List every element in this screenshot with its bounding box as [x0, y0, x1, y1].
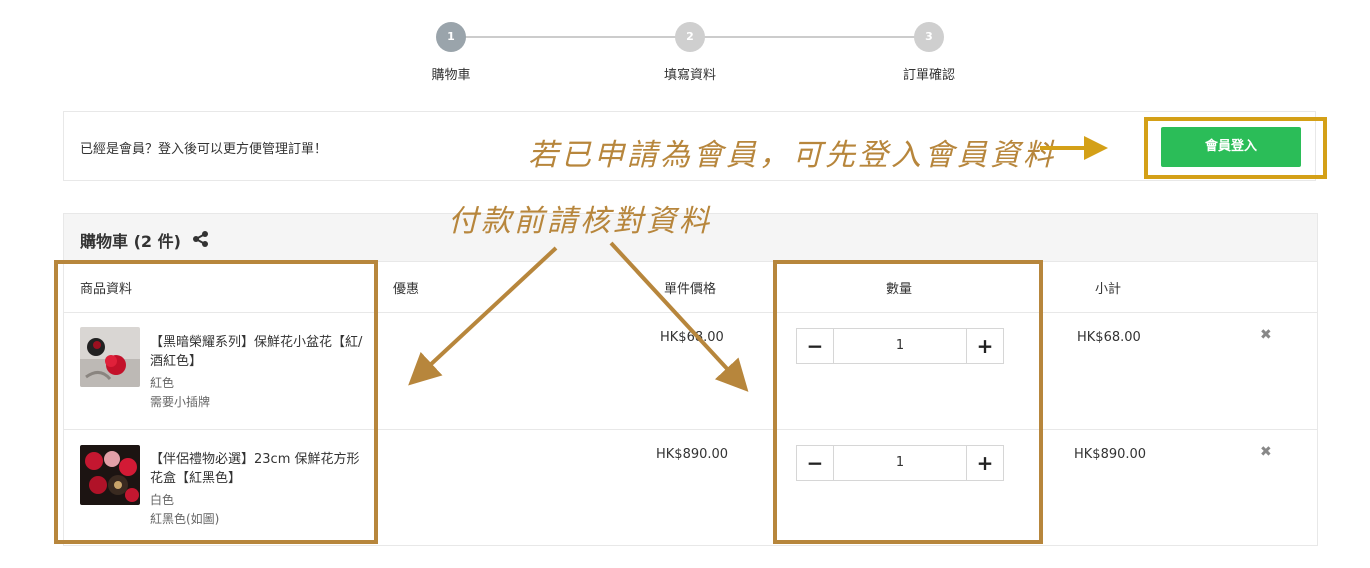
- step-fill-info: 2 填寫資料: [640, 22, 740, 83]
- step-label: 填寫資料: [663, 68, 716, 83]
- quantity-stepper: − 1 +: [796, 445, 1004, 481]
- cart-item-row: 【伴侶禮物必選】23cm 保鮮花方形花盒【紅黑色】 白色 紅黑色(如圖) HK$…: [64, 429, 1317, 546]
- step-label: 購物車: [431, 68, 471, 83]
- share-icon[interactable]: [192, 230, 210, 248]
- column-header-discount: 優惠: [393, 282, 420, 297]
- column-header-subtotal: 小計: [1095, 282, 1122, 297]
- close-icon[interactable]: ✖: [1260, 327, 1272, 343]
- column-header-quantity: 數量: [886, 282, 913, 297]
- product-variant-option: 需要小插牌: [150, 395, 211, 409]
- plus-icon[interactable]: +: [966, 329, 1003, 363]
- step-confirm: 3 訂單確認: [879, 22, 979, 83]
- step-cart: 1 購物車: [401, 22, 501, 83]
- product-variant-option: 紅黑色(如圖): [150, 512, 220, 526]
- step-number: 2: [675, 22, 705, 52]
- cart-title: 購物車 (2 件): [80, 232, 181, 251]
- minus-icon[interactable]: −: [797, 329, 834, 363]
- quantity-input[interactable]: 1: [833, 329, 967, 363]
- member-prompt-text: 已經是會員？登入後可以更方便管理訂單！: [80, 142, 328, 157]
- quantity-stepper: − 1 +: [796, 328, 1004, 364]
- subtotal: HK$890.00: [1074, 447, 1147, 462]
- step-number: 1: [436, 22, 466, 52]
- annotation-check-note: 付款前請核對資料: [448, 204, 712, 239]
- product-name[interactable]: 【伴侶禮物必選】23cm 保鮮花方形花盒【紅黑色】: [150, 450, 365, 488]
- unit-price: HK$68.00: [660, 330, 724, 345]
- cart-panel: 購物車 (2 件) 商品資料 優惠 單件價格 數量 小計 【黑暗榮耀系列】保鮮花…: [63, 213, 1318, 546]
- subtotal: HK$68.00: [1077, 330, 1141, 345]
- unit-price: HK$890.00: [656, 447, 729, 462]
- product-thumbnail[interactable]: [80, 445, 140, 505]
- product-variant: 白色: [150, 493, 175, 507]
- column-header-unit-price: 單件價格: [664, 282, 717, 297]
- quantity-input[interactable]: 1: [833, 446, 967, 480]
- minus-icon[interactable]: −: [797, 446, 834, 480]
- product-variant: 紅色: [150, 376, 175, 390]
- product-thumbnail[interactable]: [80, 327, 140, 387]
- member-login-button[interactable]: 會員登入: [1161, 127, 1301, 167]
- checkout-stepper: 1 購物車 2 填寫資料 3 訂單確認: [0, 0, 1370, 100]
- plus-icon[interactable]: +: [966, 446, 1003, 480]
- column-header-product: 商品資料: [80, 282, 133, 297]
- close-icon[interactable]: ✖: [1260, 444, 1272, 460]
- cart-item-row: 【黑暗榮耀系列】保鮮花小盆花【紅/酒紅色】 紅色 需要小插牌 HK$68.00 …: [64, 312, 1317, 429]
- annotation-login-note: 若已申請為會員，可先登入會員資料: [528, 138, 1056, 173]
- step-number: 3: [914, 22, 944, 52]
- product-name[interactable]: 【黑暗榮耀系列】保鮮花小盆花【紅/酒紅色】: [150, 333, 365, 371]
- step-label: 訂單確認: [902, 68, 955, 83]
